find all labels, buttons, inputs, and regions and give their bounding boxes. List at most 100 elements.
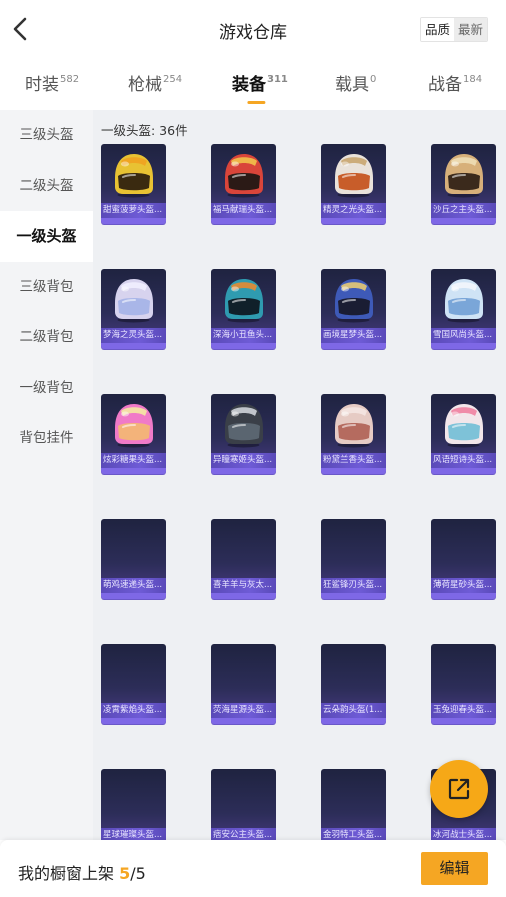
warehouse-screen: 游戏仓库 品质 最新 时装582 枪械254 装备311 载具0 战备184 三… [0,0,506,897]
tab-count: 254 [163,74,183,85]
helmet-icon [115,279,153,323]
item-rarity-bar [321,218,386,224]
item-card[interactable]: 异瞳寒姬头盔... [211,394,276,474]
sidebar-item-level1-helmet[interactable]: 一级头盔 [0,211,93,262]
item-rarity-bar [211,718,276,724]
tab-count: 311 [267,74,288,85]
tab-label: 战备 [428,75,462,95]
tab-count: 184 [463,74,483,85]
item-card[interactable]: 沙丘之主头盔... [431,144,496,224]
item-card[interactable]: 薄荷星砂头盔... [431,519,496,599]
sidebar-item-level3-backpack[interactable]: 三级背包 [0,261,93,312]
tab-vehicles[interactable]: 载具0 [335,70,376,95]
item-name: 沙丘之主头盔... [431,203,496,218]
item-card[interactable]: 梦海之灵头盔... [101,269,166,349]
item-card[interactable]: 痞安公主头盔... [211,769,276,840]
item-name: 金羽特工头盔... [321,828,386,840]
item-rarity-bar [431,468,496,474]
item-card[interactable]: 荧海星源头盔... [211,644,276,724]
item-name: 萌鸡速递头盔... [101,578,166,593]
item-name: 画境星梦头盔... [321,328,386,343]
item-grid: 一级头盔: 36件 甜蜜菠萝头盔... 福马献瑞头盔... 精灵之光头盔... 沙丘之… [93,110,506,840]
item-name: 福马献瑞头盔... [211,203,276,218]
share-button[interactable] [430,760,488,818]
item-card[interactable]: 甜蜜菠萝头盔... [101,144,166,224]
sidebar-item-level3-helmet[interactable]: 三级头盔 [0,110,93,161]
item-name: 云朵韵头盔(1... [321,703,386,718]
item-card[interactable]: 雪国风尚头盔... [431,269,496,349]
item-name: 狂鲨锋刃头盔... [321,578,386,593]
helmet-icon [335,279,373,323]
item-rarity-bar [431,218,496,224]
sidebar-item-level2-backpack[interactable]: 二级背包 [0,312,93,363]
helmet-icon [115,404,153,448]
item-name: 深海小丑鱼头... [211,328,276,343]
helmet-icon [445,279,483,323]
item-card[interactable]: 凌霄紫焰头盔... [101,644,166,724]
active-tab-indicator [247,101,266,104]
item-name: 精灵之光头盔... [321,203,386,218]
item-name: 异瞳寒姬头盔... [211,453,276,468]
item-card[interactable]: 风语短诗头盔... [431,394,496,474]
tab-gear[interactable]: 战备184 [428,70,482,95]
item-card[interactable]: 云朵韵头盔(1... [321,644,386,724]
category-tabs: 时装582 枪械254 装备311 载具0 战备184 [0,64,506,110]
sidebar-item-level1-backpack[interactable]: 一级背包 [0,362,93,413]
item-rarity-bar [211,468,276,474]
item-card[interactable]: 粉黛兰香头盔... [321,394,386,474]
header: 游戏仓库 品质 最新 [0,0,506,60]
sort-newest-button[interactable]: 最新 [453,18,487,41]
edit-button[interactable]: 编辑 [421,852,488,885]
sidebar-item-level2-helmet[interactable]: 二级头盔 [0,160,93,211]
helmet-icon [335,154,373,198]
item-card[interactable]: 炫彩糖果头盔... [101,394,166,474]
item-rarity-bar [101,718,166,724]
item-name: 喜羊羊与灰太... [211,578,276,593]
item-name: 风语短诗头盔... [431,453,496,468]
item-card[interactable]: 喜羊羊与灰太... [211,519,276,599]
tab-firearms[interactable]: 枪械254 [128,70,182,95]
tab-count: 0 [370,74,377,85]
item-card[interactable]: 狂鲨锋刃头盔... [321,519,386,599]
item-name: 炫彩糖果头盔... [101,453,166,468]
sidebar-item-backpack-pendant[interactable]: 背包挂件 [0,413,93,464]
helmet-icon [115,154,153,198]
sidebar-background [0,464,93,840]
item-card[interactable]: 福马献瑞头盔... [211,144,276,224]
tab-label: 时装 [25,75,59,95]
item-rarity-bar [101,218,166,224]
item-rarity-bar [101,468,166,474]
item-name: 甜蜜菠萝头盔... [101,203,166,218]
item-card[interactable]: 金羽特工头盔... [321,769,386,840]
showcase-label: 我的橱窗上架 [18,864,120,883]
tab-label: 装备 [232,75,266,95]
item-card[interactable]: 萌鸡速递头盔... [101,519,166,599]
item-card[interactable]: 深海小丑鱼头... [211,269,276,349]
item-rarity-bar [321,593,386,599]
showcase-current-count: 5 [119,864,131,883]
item-rarity-bar [321,343,386,349]
helmet-icon [225,279,263,323]
tab-equipment[interactable]: 装备311 [232,70,288,104]
sort-quality-button[interactable]: 品质 [420,18,454,41]
sort-toggle: 品质 最新 [419,17,488,42]
share-external-icon [448,778,470,800]
item-card[interactable]: 玉兔迎春头盔... [431,644,496,724]
item-card[interactable]: 星球璀璨头盔... [101,769,166,840]
item-card[interactable]: 画境星梦头盔... [321,269,386,349]
item-card[interactable]: 精灵之光头盔... [321,144,386,224]
item-rarity-bar [431,343,496,349]
item-rarity-bar [101,343,166,349]
item-name: 星球璀璨头盔... [101,828,166,840]
tab-label: 枪械 [128,75,162,95]
showcase-total-count: /5 [130,864,146,883]
item-count: 一级头盔: 36件 [101,123,188,138]
helmet-icon [225,154,263,198]
item-name: 痞安公主头盔... [211,828,276,840]
tab-fashion[interactable]: 时装582 [25,70,79,95]
item-name: 玉兔迎春头盔... [431,703,496,718]
helmet-icon [225,404,263,448]
item-rarity-bar [431,593,496,599]
item-name: 凌霄紫焰头盔... [101,703,166,718]
tab-label: 载具 [335,75,369,95]
